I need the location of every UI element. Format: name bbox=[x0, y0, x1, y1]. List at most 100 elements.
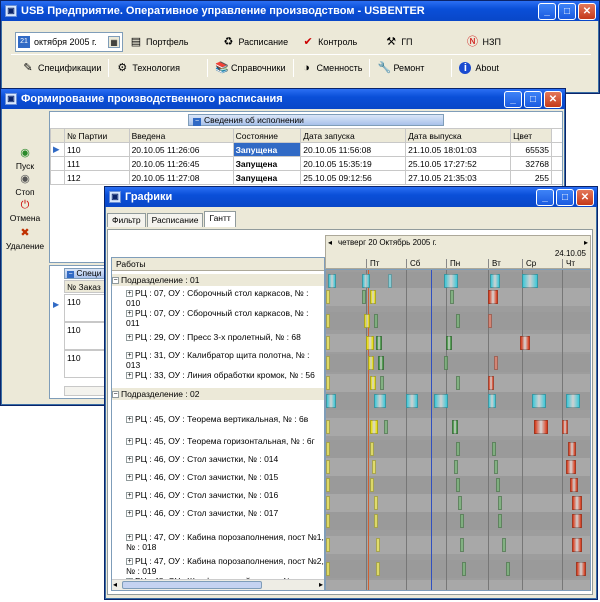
tree-group-row[interactable]: − Подразделение : 02 bbox=[112, 388, 324, 400]
technology-button[interactable]: ⚙ Технология bbox=[109, 58, 187, 78]
gantt-bar[interactable] bbox=[520, 336, 530, 350]
tree-item[interactable]: + РЦ : 46, ОУ : Стол зачистки, № : 016 bbox=[112, 490, 324, 510]
expand-icon[interactable]: + bbox=[126, 416, 133, 424]
column-header[interactable]: Цвет bbox=[510, 128, 552, 143]
gantt-bar[interactable] bbox=[362, 290, 366, 304]
cell-color[interactable]: 255 bbox=[510, 170, 552, 185]
minimize-button[interactable]: _ bbox=[536, 188, 554, 206]
tab-filter[interactable]: Фильтр bbox=[107, 213, 146, 227]
tree-item[interactable]: + РЦ : 46, ОУ : Стол зачистки, № : 015 bbox=[112, 472, 324, 492]
gantt-bar[interactable] bbox=[326, 478, 330, 492]
gantt-bar[interactable] bbox=[566, 394, 580, 408]
repair-button[interactable]: 🔧 Ремонт bbox=[370, 58, 431, 78]
column-header[interactable]: Состояние bbox=[232, 128, 302, 143]
tree-item[interactable]: + РЦ : 07, ОУ : Сборочный стол каркасов, … bbox=[112, 288, 324, 308]
gantt-bar[interactable] bbox=[446, 336, 452, 350]
column-header[interactable]: Дата запуска bbox=[300, 128, 407, 143]
cell-entered[interactable]: 20.10.05 11:26:06 bbox=[128, 142, 234, 157]
gantt-bar[interactable] bbox=[572, 496, 582, 510]
expand-icon[interactable]: + bbox=[126, 334, 133, 342]
gantt-chart[interactable] bbox=[325, 269, 591, 591]
expand-icon[interactable]: + bbox=[126, 372, 133, 380]
cell-entered[interactable]: 20.10.05 11:27:08 bbox=[128, 170, 234, 185]
expand-icon[interactable]: + bbox=[126, 310, 133, 318]
gantt-bar[interactable] bbox=[532, 394, 546, 408]
gantt-bar[interactable] bbox=[570, 478, 578, 492]
gantt-bar[interactable] bbox=[458, 496, 462, 510]
gantt-bar[interactable] bbox=[456, 314, 460, 328]
timeline-left-icon[interactable]: ◂ bbox=[328, 238, 332, 247]
scroll-thumb[interactable] bbox=[122, 581, 262, 589]
gantt-bar[interactable] bbox=[488, 314, 492, 328]
gantt-bar[interactable] bbox=[326, 460, 330, 474]
collapse-icon[interactable]: − bbox=[193, 118, 201, 126]
specifications-button[interactable]: ✎ Спецификации bbox=[15, 58, 108, 78]
gantt-bar[interactable] bbox=[406, 394, 418, 408]
tree-item[interactable]: + РЦ : 31, ОУ : Калибратор щита полотна, … bbox=[112, 350, 324, 370]
gantt-bar[interactable] bbox=[506, 562, 510, 576]
tree-item[interactable]: + РЦ : 07, ОУ : Сборочный стол каркасов, … bbox=[112, 308, 324, 328]
cell-release-date[interactable]: 25.10.05 17:27:52 bbox=[405, 156, 512, 171]
gantt-bar[interactable] bbox=[488, 290, 498, 304]
tree-item[interactable]: + РЦ : 29, ОУ : Пресс 3-х пролетный, № : … bbox=[112, 332, 324, 352]
gantt-bar[interactable] bbox=[370, 420, 378, 434]
expand-icon[interactable]: + bbox=[126, 290, 133, 298]
start-button[interactable]: ◉ Пуск bbox=[3, 147, 47, 171]
gantt-bar[interactable] bbox=[572, 538, 582, 552]
gantt-bar[interactable] bbox=[368, 356, 374, 370]
gantt-bar[interactable] bbox=[362, 274, 370, 288]
gp-button[interactable]: ⚒ ГП bbox=[378, 32, 419, 52]
collapse-icon[interactable]: − bbox=[112, 277, 119, 285]
gantt-bar[interactable] bbox=[456, 376, 460, 390]
gantt-bar[interactable] bbox=[328, 274, 336, 288]
gantt-bar[interactable] bbox=[364, 314, 370, 328]
references-button[interactable]: 📚 Справочники bbox=[208, 58, 293, 78]
expand-icon[interactable]: + bbox=[126, 474, 133, 482]
schedule-button[interactable]: ♻ Расписание bbox=[215, 32, 295, 52]
gantt-bar[interactable] bbox=[380, 376, 384, 390]
collapse-icon[interactable]: − bbox=[67, 271, 74, 278]
gantt-bar[interactable] bbox=[444, 274, 458, 288]
gantt-bar[interactable] bbox=[370, 290, 376, 304]
gantt-bar[interactable] bbox=[488, 376, 494, 390]
scroll-right-icon[interactable]: ▸ bbox=[319, 580, 323, 589]
gantt-bar[interactable] bbox=[370, 376, 376, 390]
gantt-bar[interactable] bbox=[326, 538, 330, 552]
expand-icon[interactable]: + bbox=[126, 456, 133, 464]
charts-titlebar[interactable]: ▣ Графики _ □ ✕ bbox=[105, 187, 597, 207]
main-titlebar[interactable]: ▣ USB Предприятие. Оперативное управлени… bbox=[1, 1, 599, 21]
gantt-bar[interactable] bbox=[326, 290, 330, 304]
tab-schedule[interactable]: Расписание bbox=[146, 213, 204, 227]
gantt-bar[interactable] bbox=[376, 538, 380, 552]
gantt-bar[interactable] bbox=[566, 460, 576, 474]
gantt-bar[interactable] bbox=[494, 460, 498, 474]
gantt-bar[interactable] bbox=[454, 460, 458, 474]
cell-batch[interactable]: 111 bbox=[64, 156, 130, 171]
tree-item[interactable]: + РЦ : 47, ОУ : Кабина порозаполнения, по… bbox=[112, 532, 324, 552]
gantt-bar[interactable] bbox=[374, 514, 378, 528]
gantt-bar[interactable] bbox=[326, 356, 330, 370]
gantt-bar[interactable] bbox=[562, 420, 568, 434]
expand-icon[interactable]: + bbox=[126, 558, 133, 566]
expand-icon[interactable]: + bbox=[126, 492, 133, 500]
gantt-bar[interactable] bbox=[494, 356, 498, 370]
expand-icon[interactable]: + bbox=[126, 438, 133, 446]
gantt-bar[interactable] bbox=[384, 420, 388, 434]
collapse-icon[interactable]: − bbox=[112, 391, 119, 399]
gantt-bar[interactable] bbox=[370, 442, 374, 456]
gantt-bar[interactable] bbox=[534, 420, 548, 434]
gantt-bar[interactable] bbox=[460, 538, 464, 552]
cell-batch[interactable]: 112 bbox=[64, 170, 130, 185]
nzp-button[interactable]: Ⓝ НЗП bbox=[460, 32, 508, 52]
gantt-bar[interactable] bbox=[490, 274, 500, 288]
minimize-button[interactable]: _ bbox=[538, 2, 556, 20]
tree-item[interactable]: + РЦ : 45, ОУ : Теорема горизонтальная, №… bbox=[112, 436, 324, 456]
cell-state[interactable]: Запущена bbox=[232, 142, 302, 157]
column-header[interactable]: Дата выпуска bbox=[405, 128, 512, 143]
gantt-bar[interactable] bbox=[502, 538, 506, 552]
gantt-bar[interactable] bbox=[374, 496, 378, 510]
schedule-titlebar[interactable]: ▣ Формирование производственного расписа… bbox=[1, 89, 565, 109]
cell-entered[interactable]: 20.10.05 11:26:45 bbox=[128, 156, 234, 171]
gantt-bar[interactable] bbox=[374, 314, 378, 328]
cell-state[interactable]: Запущена bbox=[232, 170, 302, 185]
